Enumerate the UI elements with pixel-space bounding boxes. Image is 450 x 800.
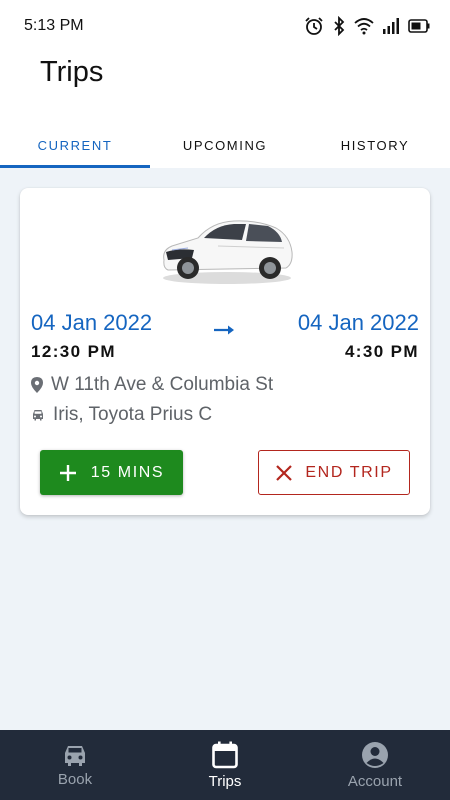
- car-image: [163, 220, 293, 284]
- trip-end: 04 Jan 2022 4:30 PM: [298, 310, 419, 362]
- extend-label: 15 MINS: [90, 463, 165, 481]
- calendar-icon: [212, 741, 238, 768]
- alarm-icon: [305, 17, 323, 35]
- nav-account[interactable]: Account: [300, 730, 450, 800]
- plus-icon: [59, 464, 76, 481]
- nav-book[interactable]: Book: [0, 730, 150, 800]
- trip-start: 04 Jan 2022 12:30 PM: [31, 310, 152, 362]
- tab-history[interactable]: HISTORY: [300, 122, 450, 168]
- signal-icon: [383, 18, 399, 34]
- battery-icon: [408, 19, 430, 33]
- tab-upcoming[interactable]: UPCOMING: [150, 122, 300, 168]
- end-trip-label: END TRIP: [305, 463, 393, 481]
- nav-book-label: Book: [57, 770, 93, 788]
- extend-15-mins-button[interactable]: 15 MINS: [40, 450, 183, 495]
- car-small-icon: [33, 410, 43, 421]
- nav-trips[interactable]: Trips: [150, 730, 300, 800]
- bluetooth-icon: [334, 16, 345, 36]
- account-icon: [362, 741, 388, 768]
- start-date: 04 Jan 2022: [31, 310, 153, 335]
- status-icons: [304, 16, 430, 36]
- nav-trips-label: Trips: [208, 772, 242, 790]
- trips-content: 04 Jan 2022 12:30 PM 04 Jan 2022 4:30 PM…: [0, 168, 450, 730]
- location-pin-icon: [31, 377, 43, 393]
- trip-location: W 11th Ave & Columbia St: [31, 374, 273, 396]
- page-title: Trips: [40, 56, 104, 88]
- trip-tabs: CURRENT UPCOMING HISTORY: [0, 122, 450, 168]
- start-time: 12:30 PM: [31, 342, 116, 361]
- trip-vehicle: Iris, Toyota Prius C: [31, 404, 212, 426]
- tab-current[interactable]: CURRENT: [0, 122, 150, 168]
- arrow-right-icon: [214, 325, 234, 335]
- end-time: 4:30 PM: [344, 342, 419, 361]
- end-trip-button[interactable]: END TRIP: [258, 450, 410, 495]
- car-icon: [65, 745, 85, 766]
- location-text: W 11th Ave & Columbia St: [51, 374, 274, 395]
- status-time: 5:13 PM: [24, 17, 84, 34]
- vehicle-text: Iris, Toyota Prius C: [53, 404, 213, 425]
- current-trip-card: 04 Jan 2022 12:30 PM 04 Jan 2022 4:30 PM…: [20, 188, 430, 515]
- status-bar: 5:13 PM: [0, 0, 450, 52]
- close-icon: [276, 464, 293, 481]
- nav-account-label: Account: [347, 772, 403, 790]
- wifi-icon: [354, 18, 374, 35]
- bottom-nav: Book Trips Account: [0, 730, 450, 800]
- end-date: 04 Jan 2022: [297, 310, 419, 335]
